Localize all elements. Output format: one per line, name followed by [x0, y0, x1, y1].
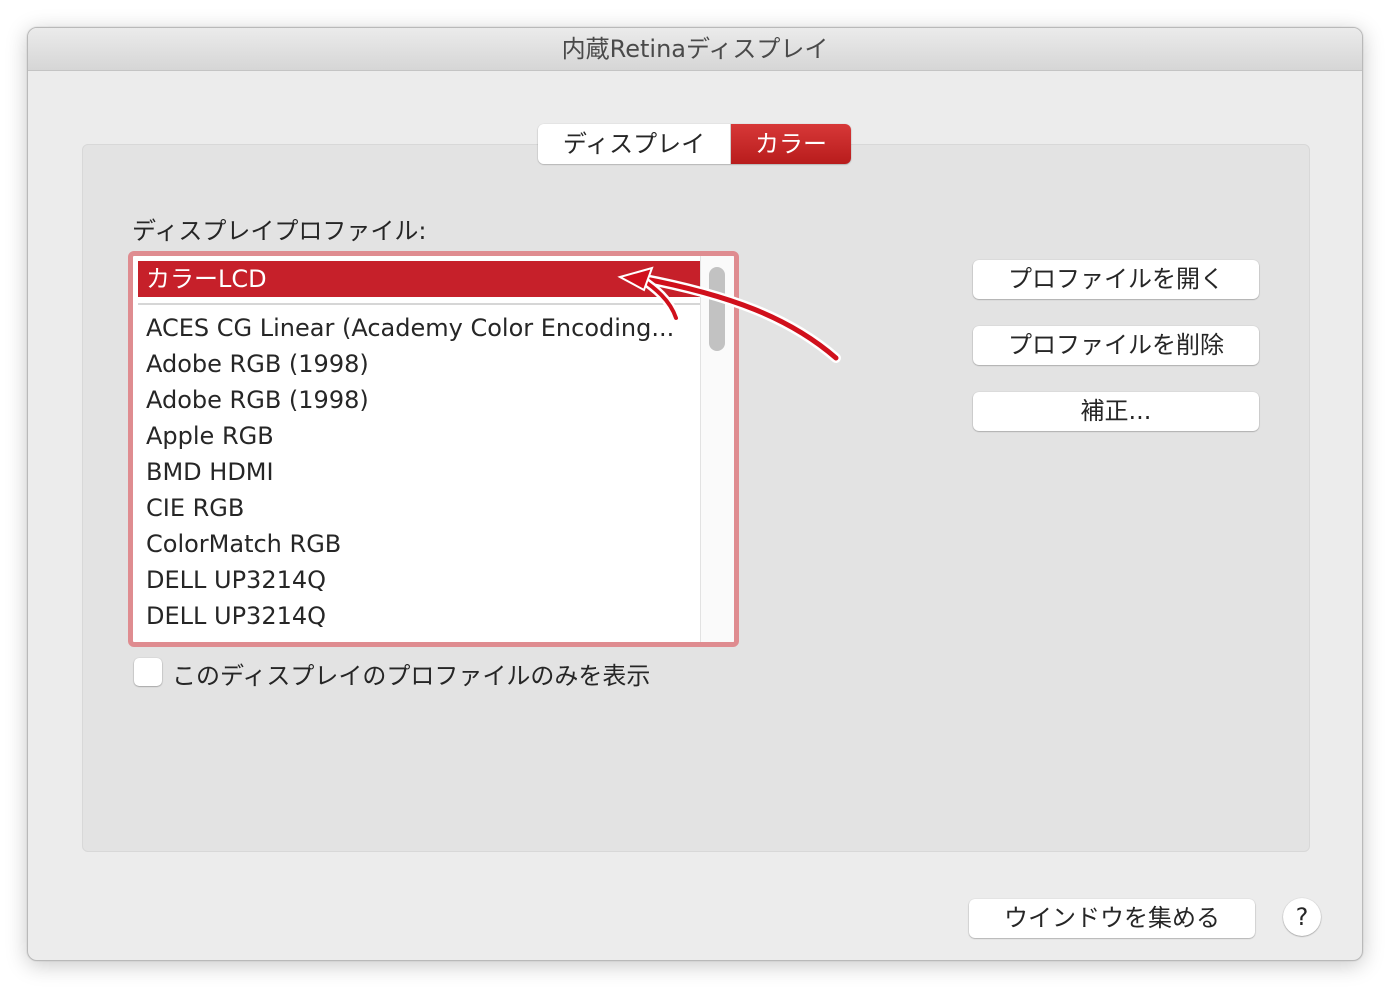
profile-item[interactable]: Adobe RGB (1998) — [146, 382, 706, 418]
preferences-window: 内蔵Retinaディスプレイ ディスプレイ カラー ディスプレイプロファイル: … — [27, 27, 1363, 961]
tab-bar: ディスプレイ カラー — [538, 124, 851, 164]
profile-item[interactable]: ColorMatch RGB — [146, 526, 706, 562]
display-profile-label: ディスプレイプロファイル: — [132, 217, 427, 245]
tab-color[interactable]: カラー — [731, 124, 851, 164]
profile-item-selected[interactable]: カラーLCD — [138, 261, 705, 297]
list-scrollbar[interactable] — [700, 256, 734, 642]
scrollbar-thumb[interactable] — [709, 267, 725, 351]
calibrate-button[interactable]: 補正... — [973, 392, 1259, 431]
help-button[interactable]: ? — [1283, 898, 1321, 936]
show-profiles-checkbox[interactable] — [134, 658, 162, 686]
delete-profile-button[interactable]: プロファイルを削除 — [973, 326, 1259, 365]
profile-item-partial[interactable]: DELL UP3214Q — [146, 634, 706, 642]
window-title: 内蔵Retinaディスプレイ — [28, 28, 1362, 71]
show-profiles-label: このディスプレイのプロファイルのみを表示 — [172, 662, 651, 690]
gather-windows-button[interactable]: ウインドウを集める — [969, 899, 1255, 938]
profile-item[interactable]: BMD HDMI — [146, 454, 706, 490]
open-profile-button[interactable]: プロファイルを開く — [973, 260, 1259, 299]
profile-list[interactable]: カラーLCD ACES CG Linear (Academy Color Enc… — [128, 251, 739, 647]
profile-item[interactable]: DELL UP3214Q — [146, 598, 706, 634]
tab-display[interactable]: ディスプレイ — [538, 124, 731, 164]
profile-item[interactable]: CIE RGB — [146, 490, 706, 526]
profile-items: ACES CG Linear (Academy Color Encoding..… — [146, 310, 706, 642]
profile-item[interactable]: ACES CG Linear (Academy Color Encoding..… — [146, 310, 706, 346]
profile-item[interactable]: Adobe RGB (1998) — [146, 346, 706, 382]
profile-item[interactable]: DELL UP3214Q — [146, 562, 706, 598]
profile-item[interactable]: Apple RGB — [146, 418, 706, 454]
list-divider — [138, 303, 705, 305]
